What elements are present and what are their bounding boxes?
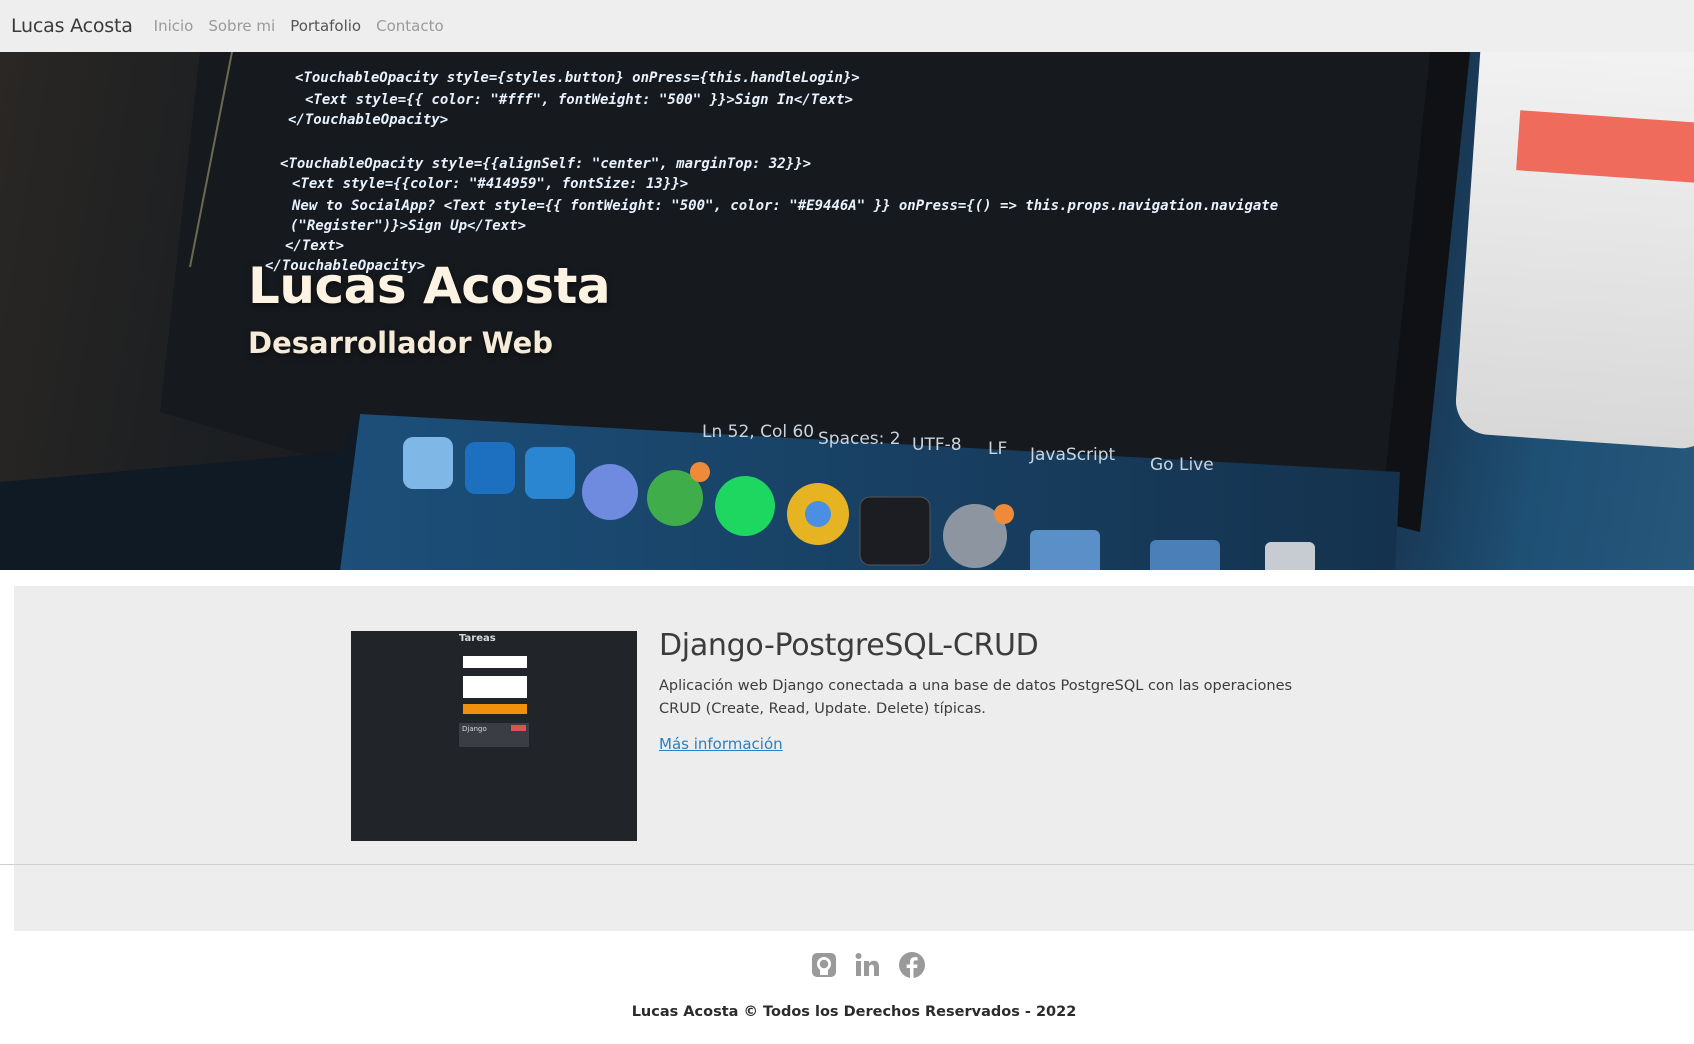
vscode-icon	[465, 442, 515, 494]
hero-banner: <TouchableOpacity style={styles.button} …	[0, 52, 1694, 570]
status-eol: LF	[988, 439, 1007, 459]
spotify-icon	[715, 476, 775, 536]
project-more-info-link[interactable]: Más información	[659, 735, 783, 753]
nav-link-inicio[interactable]: Inicio	[154, 17, 194, 35]
code-line-3: </TouchableOpacity>	[288, 112, 448, 128]
navbar-brand[interactable]: Lucas Acosta	[11, 15, 133, 37]
code-line-1: <TouchableOpacity style={styles.button} …	[295, 70, 860, 86]
project-title: Django-PostgreSQL-CRUD	[659, 628, 1039, 663]
code-line-8: </Text>	[285, 238, 344, 254]
linkedin-icon[interactable]	[852, 950, 882, 980]
status-line-col: Ln 52, Col 60	[702, 422, 814, 442]
navbar: Lucas Acosta Inicio Sobre mi Portafolio …	[0, 0, 1694, 52]
hero-title: Lucas Acosta	[248, 257, 611, 315]
nav-link-contacto[interactable]: Contacto	[376, 17, 444, 35]
code-line-7: ("Register")}>Sign Up</Text>	[290, 218, 526, 234]
thumbnail-task-card: Django	[459, 723, 529, 747]
hero-subtitle: Desarrollador Web	[248, 326, 554, 360]
status-encoding: UTF-8	[912, 435, 962, 455]
project-description: Aplicación web Django conectada a una ba…	[659, 678, 1293, 717]
thumbnail-delete-button	[511, 725, 526, 731]
status-spaces: Spaces: 2	[818, 429, 901, 449]
thumbnail-title: Tareas	[459, 633, 496, 644]
terminal-icon	[859, 496, 931, 566]
discord-icon	[582, 464, 638, 520]
thumbnail-button	[463, 704, 527, 714]
status-go-live: Go Live	[1150, 455, 1214, 475]
github-icon[interactable]	[809, 950, 839, 980]
thumbnail-input	[463, 656, 527, 668]
code-line-2: <Text style={{ color: "#fff", fontWeight…	[305, 92, 853, 108]
status-language: JavaScript	[1029, 445, 1116, 465]
finder-icon	[403, 437, 453, 489]
code-line-5: <Text style={{color: "#414959", fontSize…	[292, 176, 688, 192]
thumbnail-item-label: Django	[462, 725, 487, 733]
facebook-icon[interactable]	[897, 950, 927, 980]
section-divider	[0, 864, 1694, 865]
code-line-6: New to SocialApp? <Text style={{ fontWei…	[291, 198, 1278, 214]
footer-copyright: Lucas Acosta © Todos los Derechos Reserv…	[631, 1004, 1077, 1020]
code-line-4: <TouchableOpacity style={{alignSelf: "ce…	[280, 156, 811, 172]
trello-icon	[525, 447, 575, 499]
thumbnail-textarea	[463, 676, 527, 698]
nav-link-portafolio[interactable]: Portafolio	[290, 17, 361, 35]
project-thumbnail: Tareas Django	[351, 631, 637, 841]
nav-link-sobre-mi[interactable]: Sobre mi	[208, 17, 275, 35]
